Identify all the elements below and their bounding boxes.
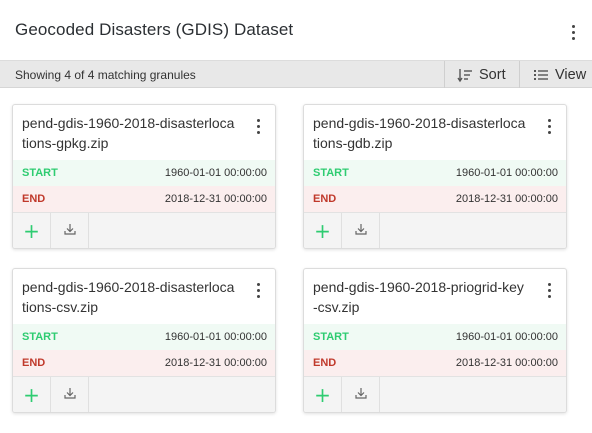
download-button[interactable] [342,213,380,248]
results-count: Showing 4 of 4 matching granules [15,68,196,82]
end-label: END [313,193,337,205]
view-button[interactable]: View [519,61,592,88]
sort-button[interactable]: Sort [444,61,519,88]
plus-icon: + [23,219,40,243]
granule-card[interactable]: pend-gdis-1960-2018-disasterlocations-gp… [12,104,276,249]
more-vertical-icon[interactable] [251,281,265,299]
granule-name: pend-gdis-1960-2018-disasterlocations-gp… [22,115,235,151]
start-value: 1960-01-01 00:00:00 [164,167,267,179]
end-label: END [22,193,46,205]
card-actions: + [304,376,566,412]
temporal-start-row: START 1960-01-01 00:00:00 [13,324,275,350]
view-label: View [555,66,587,83]
granule-card[interactable]: pend-gdis-1960-2018-disasterlocations-gd… [303,104,567,249]
plus-icon: + [314,383,331,407]
temporal-start-row: START 1960-01-01 00:00:00 [304,160,566,186]
sort-label: Sort [479,66,506,83]
temporal-end-row: END 2018-12-31 00:00:00 [304,186,566,212]
more-vertical-icon[interactable] [564,22,582,42]
more-vertical-icon[interactable] [542,281,556,299]
download-icon [354,386,367,404]
granule-name: pend-gdis-1960-2018-priogrid-key-csv.zip [313,279,524,315]
card-actions: + [13,376,275,412]
sort-icon [457,67,473,83]
start-label: START [22,167,58,179]
start-value: 1960-01-01 00:00:00 [455,167,558,179]
temporal-end-row: END 2018-12-31 00:00:00 [304,350,566,376]
plus-icon: + [23,383,40,407]
download-icon [63,222,76,240]
card-actions: + [304,212,566,248]
granule-name: pend-gdis-1960-2018-disasterlocations-cs… [22,279,235,315]
start-label: START [313,331,349,343]
granule-card[interactable]: pend-gdis-1960-2018-disasterlocations-cs… [12,268,276,413]
download-icon [354,222,367,240]
end-value: 2018-12-31 00:00:00 [455,357,558,369]
more-vertical-icon[interactable] [542,117,556,135]
temporal-end-row: END 2018-12-31 00:00:00 [13,186,275,212]
granule-card[interactable]: pend-gdis-1960-2018-priogrid-key-csv.zip… [303,268,567,413]
download-icon [63,386,76,404]
page-header: Geocoded Disasters (GDIS) Dataset [0,0,592,60]
end-value: 2018-12-31 00:00:00 [164,357,267,369]
list-icon [533,68,549,82]
start-value: 1960-01-01 00:00:00 [455,331,558,343]
page-title: Geocoded Disasters (GDIS) Dataset [15,20,294,39]
granule-name: pend-gdis-1960-2018-disasterlocations-gd… [313,115,526,151]
card-actions: + [13,212,275,248]
temporal-end-row: END 2018-12-31 00:00:00 [13,350,275,376]
temporal-start-row: START 1960-01-01 00:00:00 [13,160,275,186]
results-toolbar: Showing 4 of 4 matching granules Sort Vi… [0,60,592,88]
temporal-start-row: START 1960-01-01 00:00:00 [304,324,566,350]
add-to-project-button[interactable]: + [304,377,342,412]
download-button[interactable] [342,377,380,412]
start-label: START [313,167,349,179]
more-vertical-icon[interactable] [251,117,265,135]
download-button[interactable] [51,213,89,248]
end-label: END [22,357,46,369]
end-label: END [313,357,337,369]
start-label: START [22,331,58,343]
end-value: 2018-12-31 00:00:00 [164,193,267,205]
download-button[interactable] [51,377,89,412]
end-value: 2018-12-31 00:00:00 [455,193,558,205]
add-to-project-button[interactable]: + [304,213,342,248]
add-to-project-button[interactable]: + [13,213,51,248]
plus-icon: + [314,219,331,243]
start-value: 1960-01-01 00:00:00 [164,331,267,343]
add-to-project-button[interactable]: + [13,377,51,412]
